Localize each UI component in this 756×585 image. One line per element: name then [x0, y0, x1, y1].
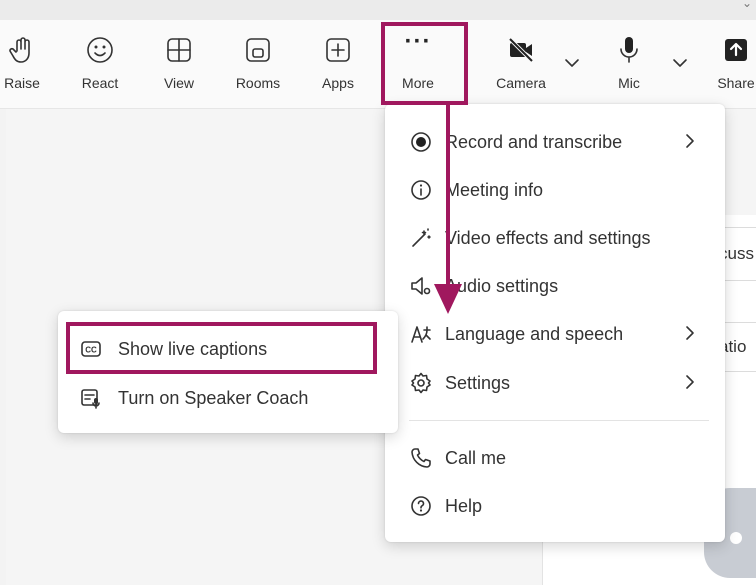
- menu-divider: [409, 420, 709, 421]
- chevron-right-icon: [686, 326, 694, 340]
- camera-label: Camera: [496, 75, 546, 91]
- menu-item-settings[interactable]: Settings: [385, 361, 725, 405]
- window-top-strip: ⌄: [0, 0, 756, 21]
- menu-item-show-live-captions[interactable]: CC Show live captions: [58, 326, 398, 370]
- menu-item-label: Help: [445, 496, 483, 516]
- gear-icon: [411, 372, 431, 394]
- chevron-right-icon: [686, 375, 694, 389]
- camera-off-icon: [508, 37, 534, 63]
- menu-item-label: Turn on Speaker Coach: [118, 388, 309, 408]
- menu-item-label: Show live captions: [118, 339, 268, 359]
- cc-icon: CC: [81, 341, 101, 357]
- react-button[interactable]: React: [65, 20, 135, 108]
- menu-item-language-and-speech[interactable]: Language and speech: [385, 312, 725, 356]
- language-and-speech-submenu: CC Show live captions Turn on Speaker Co…: [58, 311, 398, 433]
- smiley-icon: [87, 37, 113, 63]
- meeting-toolbar: Raise React View Rooms Apps ··· More Cam…: [0, 20, 756, 109]
- react-label: React: [81, 75, 119, 91]
- chevron-right-icon: [686, 134, 694, 148]
- mic-icon: [620, 37, 638, 63]
- camera-options-chevron-icon[interactable]: [563, 54, 581, 72]
- more-label: More: [402, 75, 434, 91]
- menu-item-label: Record and transcribe: [445, 132, 623, 152]
- menu-item-label: Settings: [445, 373, 511, 393]
- menu-item-call-me[interactable]: Call me: [385, 436, 725, 480]
- apps-label: Apps: [322, 75, 354, 91]
- share-icon: [725, 39, 747, 61]
- phone-icon: [411, 448, 431, 468]
- mic-button[interactable]: Mic: [594, 20, 664, 108]
- menu-item-help[interactable]: Help: [385, 484, 725, 528]
- raise-label: Raise: [4, 75, 40, 91]
- language-icon: [411, 326, 431, 343]
- hand-icon: [9, 37, 30, 63]
- plus-square-icon: [326, 38, 350, 62]
- share-button[interactable]: Share: [701, 20, 756, 108]
- menu-item-label: Video effects and settings: [445, 228, 651, 248]
- view-button[interactable]: View: [144, 20, 214, 108]
- raise-hand-button[interactable]: Raise: [0, 20, 57, 108]
- help-icon: [411, 496, 431, 516]
- collapse-chevron-icon[interactable]: ⌄: [742, 0, 752, 10]
- apps-button[interactable]: Apps: [303, 20, 373, 108]
- menu-item-label: Call me: [445, 448, 507, 468]
- camera-button[interactable]: Camera: [486, 20, 556, 108]
- mic-label: Mic: [618, 75, 640, 91]
- svg-text:CC: CC: [85, 346, 97, 355]
- menu-item-speaker-coach[interactable]: Turn on Speaker Coach: [58, 375, 398, 419]
- rooms-icon: [246, 38, 270, 62]
- view-label: View: [163, 75, 195, 91]
- grid-icon: [167, 38, 191, 62]
- menu-item-label: Language and speech: [445, 324, 624, 344]
- share-label: Share: [717, 75, 755, 91]
- more-button[interactable]: ··· More: [383, 20, 453, 108]
- ellipsis-icon: ···: [404, 28, 432, 55]
- mic-options-chevron-icon[interactable]: [671, 54, 689, 72]
- rooms-button[interactable]: Rooms: [223, 20, 293, 108]
- speaker-coach-icon: [81, 389, 100, 409]
- annotation-arrow-icon: [434, 104, 462, 314]
- rooms-label: Rooms: [235, 75, 281, 91]
